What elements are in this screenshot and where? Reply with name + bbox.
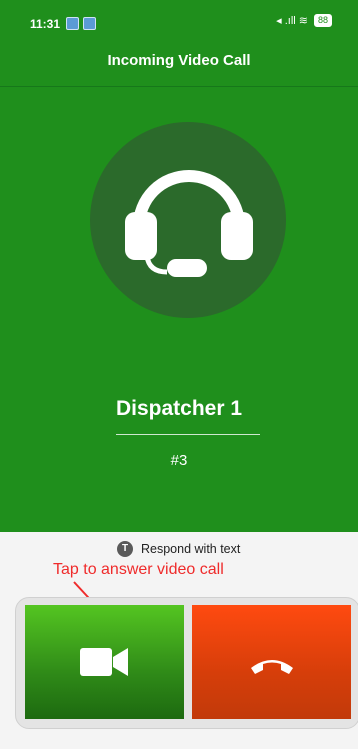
respond-label: Respond with text (141, 542, 241, 556)
hang-up-icon (251, 660, 293, 674)
signal-icon: ◂ .ıll ≋ (276, 15, 308, 27)
caller-name: Dispatcher 1 (115, 397, 243, 420)
headset-icon (125, 170, 253, 277)
caller-number: #3 (170, 452, 188, 469)
status-time: 11:31 (30, 17, 61, 31)
page-title: Incoming Video Call (107, 52, 251, 69)
hint-annotation: Tap to answer video call (53, 561, 224, 578)
name-divider (116, 434, 260, 435)
notification-icon (83, 17, 96, 30)
battery-icon: 88 (313, 14, 332, 27)
text-icon: T (117, 541, 133, 557)
app-bar: Incoming Video Call (0, 40, 358, 88)
status-bar: 11:31 ◂ .ıll ≋ 88 (0, 0, 358, 40)
respond-with-text-button[interactable]: T Respond with text (117, 541, 240, 557)
notification-icon (66, 17, 79, 30)
header-divider (0, 86, 358, 87)
video-camera-icon (80, 648, 128, 676)
